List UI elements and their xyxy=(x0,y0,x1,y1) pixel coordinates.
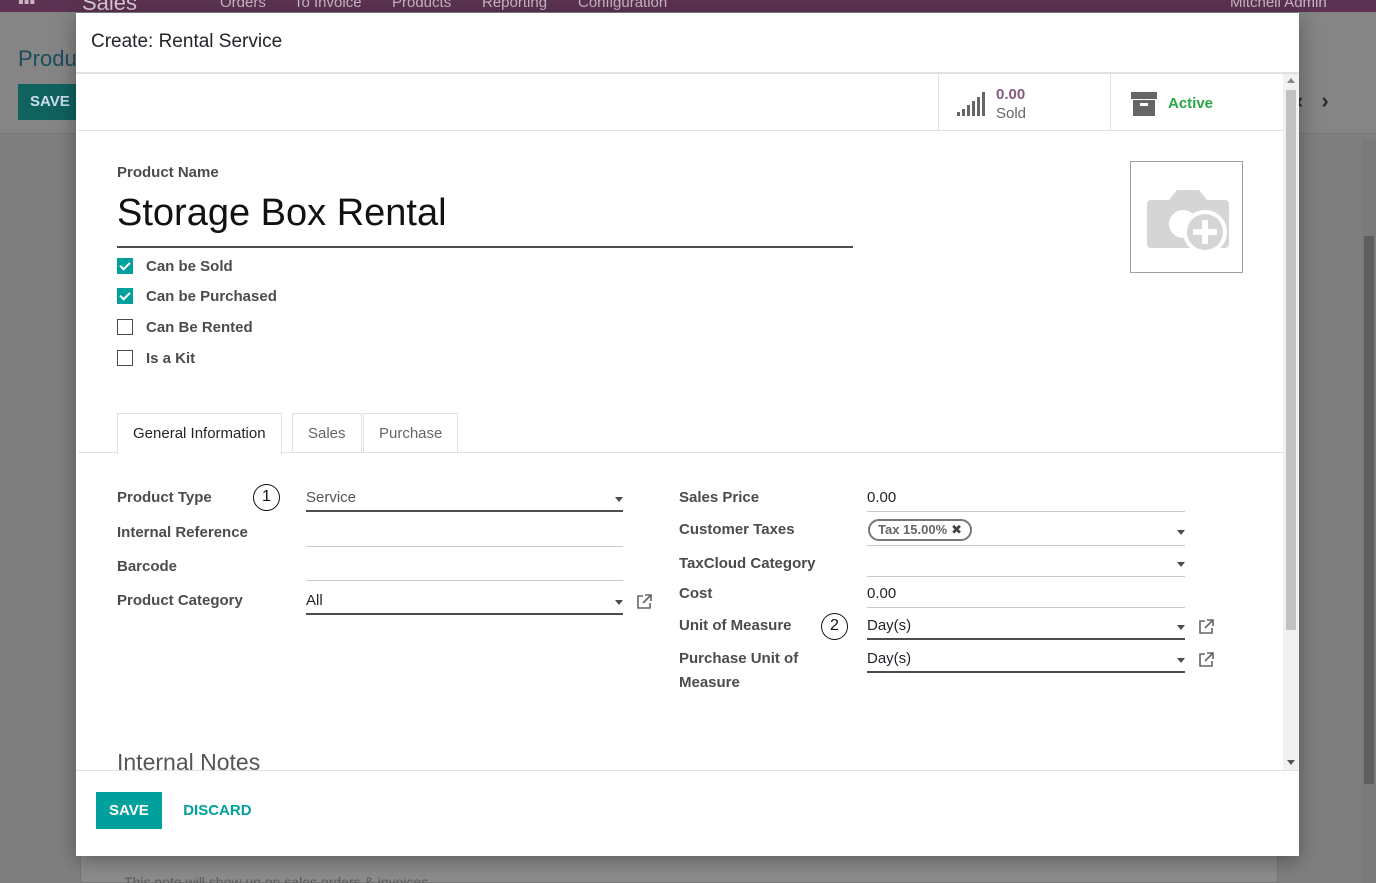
barcode-label: Barcode xyxy=(117,558,178,575)
save-button[interactable]: SAVE xyxy=(96,792,162,829)
can-be-purchased-checkbox[interactable] xyxy=(117,288,133,304)
product-category-label: Product Category xyxy=(117,592,243,609)
dialog-header: Create: Rental Service xyxy=(76,13,1299,73)
background-pager-arrows-icon: ‹› xyxy=(1296,88,1347,113)
can-be-rented-label: Can Be Rented xyxy=(146,318,253,336)
scroll-up-icon[interactable] xyxy=(1287,78,1295,83)
sales-price-input[interactable]: 0.00 xyxy=(867,486,1185,512)
product-category-caret-icon xyxy=(615,600,623,605)
taxcloud-category-label: TaxCloud Category xyxy=(679,555,816,572)
can-be-sold-label: Can be Sold xyxy=(146,257,233,275)
background-user-name: Mitchell Admin xyxy=(1230,0,1327,11)
tab-purchase[interactable]: Purchase xyxy=(363,413,459,453)
product-category-external-link-icon[interactable] xyxy=(636,593,653,615)
internal-notes-heading: Internal Notes xyxy=(117,749,261,770)
camera-add-icon xyxy=(1143,180,1231,265)
dialog-footer: SAVE DISCARD xyxy=(76,770,1299,856)
apps-menu-icon: ▪▪▪ xyxy=(18,0,36,11)
background-menu-products: Products xyxy=(392,0,452,11)
purchase-uom-caret-icon xyxy=(1177,658,1185,663)
signal-bars-icon xyxy=(957,92,985,121)
product-image-upload[interactable] xyxy=(1130,161,1243,273)
sales-price-label: Sales Price xyxy=(679,489,760,506)
dialog-scrollbar[interactable] xyxy=(1283,74,1299,770)
is-a-kit-checkbox[interactable] xyxy=(117,350,133,366)
stat-button-bar: 0.00 Sold Active xyxy=(78,74,1283,131)
is-a-kit-option[interactable]: Is a Kit xyxy=(117,348,195,368)
can-be-rented-checkbox[interactable] xyxy=(117,319,133,335)
annotation-marker-2: 2 xyxy=(821,613,848,640)
create-product-dialog: Create: Rental Service 0.00 Sold Active … xyxy=(76,13,1299,856)
customer-taxes-label: Customer Taxes xyxy=(679,521,795,538)
form-tabs: General Information Sales Purchase xyxy=(78,413,1283,454)
taxcloud-category-caret-icon xyxy=(1177,562,1185,567)
uom-label: Unit of Measure xyxy=(679,617,792,634)
purchase-uom-select[interactable]: Day(s) xyxy=(867,647,1185,673)
can-be-rented-option[interactable]: Can Be Rented xyxy=(117,317,253,337)
product-category-value: All xyxy=(306,592,323,609)
is-a-kit-label: Is a Kit xyxy=(146,349,196,367)
purchase-uom-label-line1: Purchase Unit of xyxy=(679,650,799,667)
can-be-purchased-option[interactable]: Can be Purchased xyxy=(117,286,277,306)
uom-value: Day(s) xyxy=(867,617,912,634)
active-label: Active xyxy=(1168,95,1214,112)
tax-tag[interactable]: Tax 15.00% ✖ xyxy=(868,519,973,541)
product-type-caret-icon xyxy=(615,497,623,502)
scrollbar-thumb[interactable] xyxy=(1286,90,1296,630)
can-be-sold-checkbox[interactable] xyxy=(117,258,133,274)
sold-value: 0.00 xyxy=(996,86,1026,103)
archive-icon xyxy=(1131,92,1157,121)
remove-tax-icon[interactable]: ✖ xyxy=(951,522,962,537)
scroll-down-icon[interactable] xyxy=(1287,760,1295,765)
uom-select[interactable]: Day(s) xyxy=(867,614,1185,640)
can-be-sold-option[interactable]: Can be Sold xyxy=(117,256,233,276)
discard-button[interactable]: DISCARD xyxy=(166,792,268,829)
dialog-title: Create: Rental Service xyxy=(91,31,283,52)
customer-taxes-field[interactable]: Tax 15.00% ✖ xyxy=(867,518,1185,546)
background-save-button: SAVE xyxy=(18,84,78,120)
purchase-uom-value: Day(s) xyxy=(867,650,912,667)
background-sheet-note: This note will show up on sales orders &… xyxy=(124,874,433,883)
uom-external-link-icon[interactable] xyxy=(1198,618,1215,640)
background-menu-to-invoice: To Invoice xyxy=(294,0,362,11)
annotation-marker-1: 1 xyxy=(253,484,280,511)
background-page-title: Produ xyxy=(18,46,77,71)
background-topbar: ▪▪▪ Sales Orders To Invoice Products Rep… xyxy=(0,0,1376,12)
sold-stat-button[interactable]: 0.00 Sold xyxy=(938,74,1110,130)
dialog-body: 0.00 Sold Active Product Name Storage Bo… xyxy=(76,73,1299,770)
tab-sales[interactable]: Sales xyxy=(292,413,362,453)
sold-label: Sold xyxy=(996,105,1027,122)
customer-taxes-caret-icon xyxy=(1177,530,1185,535)
background-menu-configuration: Configuration xyxy=(578,0,668,11)
barcode-input[interactable] xyxy=(306,555,623,581)
product-name-label: Product Name xyxy=(117,164,219,181)
product-name-input[interactable]: Storage Box Rental xyxy=(117,190,853,248)
uom-caret-icon xyxy=(1177,625,1185,630)
background-scrollbar xyxy=(1362,140,1376,883)
background-app-name: Sales xyxy=(82,0,137,12)
background-menu-reporting: Reporting xyxy=(482,0,548,11)
cost-input[interactable]: 0.00 xyxy=(867,582,1185,608)
can-be-purchased-label: Can be Purchased xyxy=(146,287,277,305)
purchase-uom-external-link-icon[interactable] xyxy=(1198,651,1215,673)
background-menu-orders: Orders xyxy=(220,0,266,11)
product-type-select[interactable]: Service xyxy=(306,486,623,512)
tax-tag-label: Tax 15.00% xyxy=(878,522,948,537)
purchase-uom-label-line2: Measure xyxy=(679,674,740,691)
internal-reference-label: Internal Reference xyxy=(117,524,248,541)
tab-general-information[interactable]: General Information xyxy=(117,413,282,454)
product-type-value: Service xyxy=(306,489,357,506)
internal-reference-input[interactable] xyxy=(306,521,623,547)
product-type-label: Product Type xyxy=(117,489,212,506)
product-category-select[interactable]: All xyxy=(306,589,623,615)
active-toggle-button[interactable]: Active xyxy=(1110,74,1283,130)
taxcloud-category-select[interactable] xyxy=(867,551,1185,577)
cost-label: Cost xyxy=(679,585,713,602)
